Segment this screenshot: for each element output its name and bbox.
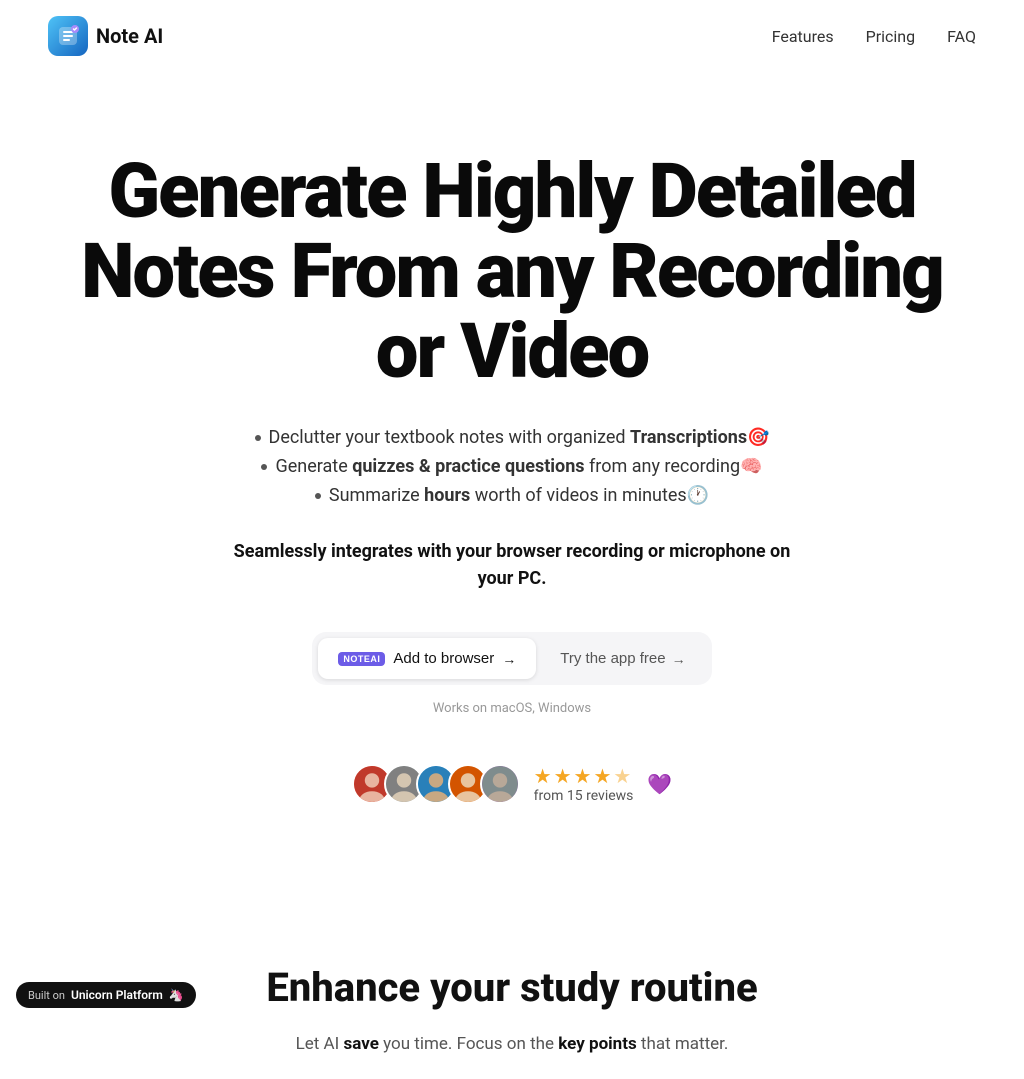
star-2: ★ [554, 764, 572, 788]
review-count: from 15 reviews [534, 788, 634, 804]
star-4: ★ [593, 764, 611, 788]
cta-group: NOTEAI Add to browser → Try the app free… [312, 632, 711, 685]
logo-link[interactable]: Note AI [48, 16, 163, 56]
nav-links: Features Pricing FAQ [772, 27, 976, 46]
cta-container: NOTEAI Add to browser → Try the app free… [52, 632, 972, 716]
avatar-5 [480, 764, 520, 804]
add-to-browser-button[interactable]: NOTEAI Add to browser → [318, 638, 536, 679]
logo-icon [48, 16, 88, 56]
logo-text: Note AI [96, 24, 163, 48]
bullet-dot-1 [255, 435, 261, 441]
stars-and-count: ★ ★ ★ ★ ★ from 15 reviews [534, 764, 634, 804]
hero-section: Generate Highly Detailed Notes From any … [12, 72, 1012, 924]
unicorn-icon: 🦄 [169, 988, 184, 1002]
platform-name: Unicorn Platform [71, 988, 163, 1002]
noteai-badge: NOTEAI [338, 652, 385, 666]
arrow-right-icon: → [502, 651, 516, 667]
nav-features[interactable]: Features [772, 27, 834, 46]
enhance-description: Let AI save you time. Focus on the key p… [102, 1031, 922, 1058]
bullet-dot-3 [315, 493, 321, 499]
enhance-section: Enhance your study routine Let AI save y… [62, 924, 962, 1078]
hero-title: Generate Highly Detailed Notes From any … [52, 152, 972, 391]
arrow-right-icon-2: → [672, 651, 686, 667]
avatar-group [352, 764, 520, 804]
try-free-label: Try the app free [560, 650, 665, 667]
heart-icon: 💜 [647, 772, 672, 796]
add-browser-label: Add to browser [393, 650, 494, 667]
built-on-label: Built on [28, 989, 65, 1002]
bullet-3: Summarize hours worth of videos in minut… [315, 485, 709, 506]
hero-subtitle: Seamlessly integrates with your browser … [222, 538, 802, 592]
star-3: ★ [574, 764, 592, 788]
try-app-free-button[interactable]: Try the app free → [540, 638, 705, 679]
built-on-badge[interactable]: Built on Unicorn Platform 🦄 [16, 982, 196, 1008]
star-5: ★ [613, 764, 631, 788]
star-rating: ★ ★ ★ ★ ★ [534, 764, 634, 788]
nav-faq[interactable]: FAQ [947, 27, 976, 46]
bullet-2: Generate quizzes & practice questions fr… [261, 456, 762, 477]
enhance-title: Enhance your study routine [102, 964, 922, 1011]
bullet-1: Declutter your textbook notes with organ… [255, 427, 770, 448]
navigation: Note AI Features Pricing FAQ [0, 0, 1024, 72]
bullet-dot-2 [261, 464, 267, 470]
hero-bullets: Declutter your textbook notes with organ… [52, 427, 972, 506]
star-1: ★ [534, 764, 552, 788]
nav-pricing[interactable]: Pricing [866, 27, 916, 46]
reviews-section: ★ ★ ★ ★ ★ from 15 reviews 💜 [52, 764, 972, 804]
platform-note: Works on macOS, Windows [52, 701, 972, 716]
